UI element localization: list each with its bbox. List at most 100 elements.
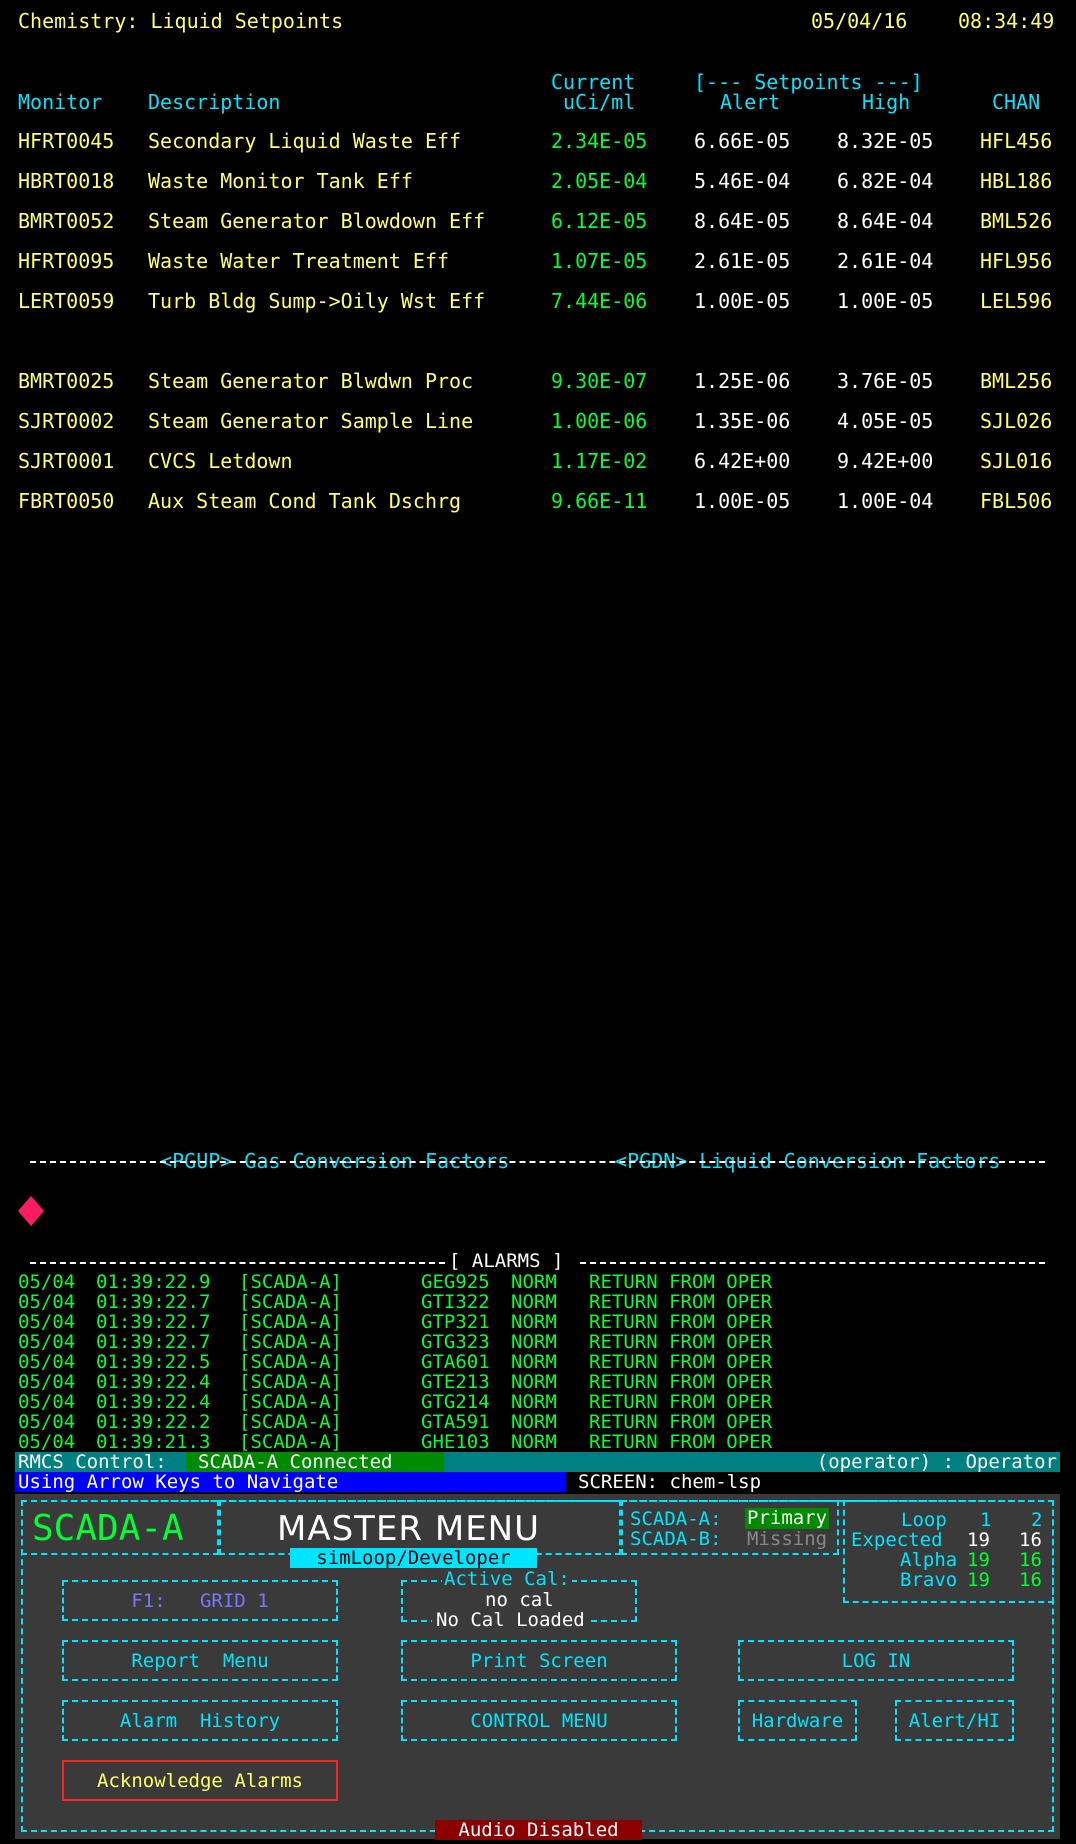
channel: BML526 <box>980 209 1053 233</box>
divider <box>30 1161 1045 1163</box>
navigation-hint: Using Arrow Keys to Navigate <box>15 1472 566 1492</box>
monitor-id: SJRT0001 <box>18 449 115 473</box>
table-row[interactable]: SJRT0002 Steam Generator Sample Line 1.0… <box>0 409 1076 433</box>
pgup-link[interactable]: <PGUP> Gas Conversion Factors <box>136 1131 509 1171</box>
scada-a-label: SCADA-A: <box>630 1508 722 1530</box>
alarm-source: [SCADA-A] <box>239 1331 342 1353</box>
alpha-1: 19 <box>967 1549 990 1571</box>
alarm-state: NORM <box>511 1311 557 1333</box>
alarm-date: 05/04 <box>18 1411 76 1433</box>
monitor-id: BMRT0025 <box>18 369 115 393</box>
active-cal-value: no cal <box>485 1589 554 1611</box>
alarm-time: 01:39:22.2 <box>96 1411 211 1433</box>
table-row[interactable]: FBRT0050 Aux Steam Cond Tank Dschrg 9.66… <box>0 489 1076 513</box>
col-header-current: Current <box>551 70 636 94</box>
alert-setpoint: 2.61E-05 <box>694 249 791 273</box>
high-setpoint: 1.00E-04 <box>837 489 934 513</box>
monitor-description: Aux Steam Cond Tank Dschrg <box>148 489 462 513</box>
channel: HBL186 <box>980 169 1053 193</box>
current-value: 2.05E-04 <box>551 169 648 193</box>
alarm-time: 01:39:22.7 <box>96 1291 211 1313</box>
scada-b-value: Missing <box>747 1528 828 1550</box>
alarm-source: [SCADA-A] <box>239 1271 342 1293</box>
expected-label: Expected <box>851 1529 943 1551</box>
alarm-source: [SCADA-A] <box>239 1411 342 1433</box>
high-setpoint: 8.32E-05 <box>837 129 934 153</box>
alarm-state: NORM <box>511 1431 557 1453</box>
alarm-time: 01:39:22.7 <box>96 1331 211 1353</box>
alarm-time: 01:39:22.9 <box>96 1271 211 1293</box>
scada-a-value: Primary <box>745 1507 830 1529</box>
alert-setpoint: 1.35E-06 <box>694 409 791 433</box>
alarm-state: NORM <box>511 1331 557 1353</box>
rmcs-status-bar: RMCS Control: SCADA-A Connected (operato… <box>15 1452 1060 1472</box>
alarm-source: [SCADA-A] <box>239 1311 342 1333</box>
alarm-point: GTE213 <box>421 1371 490 1393</box>
alarm-state: NORM <box>511 1271 557 1293</box>
monitor-id: BMRT0052 <box>18 209 115 233</box>
alarms-title: [ ALARMS ] <box>449 1250 564 1272</box>
current-value: 7.44E-06 <box>551 289 648 313</box>
alarm-point: GTI322 <box>421 1291 490 1313</box>
print-screen-button[interactable]: Print Screen <box>401 1640 677 1681</box>
alarm-date: 05/04 <box>18 1351 76 1373</box>
active-cal-label: Active Cal: <box>442 1568 572 1590</box>
alert-setpoint: 1.00E-05 <box>694 489 791 513</box>
table-row[interactable]: BMRT0025 Steam Generator Blwdwn Proc 9.3… <box>0 369 1076 393</box>
table-row[interactable]: SJRT0001 CVCS Letdown 1.17E-02 6.42E+00 … <box>0 449 1076 473</box>
alarm-history-button[interactable]: Alarm History <box>62 1700 338 1741</box>
monitor-description: Steam Generator Blwdwn Proc <box>148 369 474 393</box>
log-in-button[interactable]: LOG IN <box>738 1640 1014 1681</box>
high-setpoint: 1.00E-05 <box>837 289 934 313</box>
table-row[interactable]: HBRT0018 Waste Monitor Tank Eff 2.05E-04… <box>0 169 1076 193</box>
current-value: 9.66E-11 <box>551 489 648 513</box>
menu-title: MASTER MENU <box>277 1509 540 1549</box>
loop-1: 1 <box>980 1509 992 1531</box>
alarm-point: GTA601 <box>421 1351 490 1373</box>
table-row[interactable]: HFRT0045 Secondary Liquid Waste Eff 2.34… <box>0 129 1076 153</box>
control-menu-button[interactable]: CONTROL MENU <box>401 1700 677 1741</box>
system-name: SCADA-A <box>32 1508 184 1549</box>
alarms-divider-left <box>30 1262 445 1264</box>
alarm-source: [SCADA-A] <box>239 1371 342 1393</box>
alarm-message: RETURN FROM OPER <box>589 1411 773 1433</box>
report-menu-button[interactable]: Report Menu <box>62 1640 338 1681</box>
master-menu-panel: SCADA-A MASTER MENU simLoop/Developer SC… <box>15 1494 1060 1840</box>
alarm-message: RETURN FROM OPER <box>589 1351 773 1373</box>
alarm-point: GHE103 <box>421 1431 490 1453</box>
alarm-point: GTG214 <box>421 1391 490 1413</box>
col-header-description: Description <box>148 90 281 114</box>
channel: SJL026 <box>980 409 1053 433</box>
alarm-source: [SCADA-A] <box>239 1291 342 1313</box>
alarm-date: 05/04 <box>18 1371 76 1393</box>
header-time: 08:34:49 <box>958 9 1055 33</box>
current-value: 9.30E-07 <box>551 369 648 393</box>
active-cal-status: No Cal Loaded <box>432 1611 589 1630</box>
pgdn-link[interactable]: <PGDN> Liquid Conversion Factors <box>591 1131 1000 1171</box>
monitor-description: Steam Generator Blowdown Eff <box>148 209 486 233</box>
alarm-time: 01:39:22.5 <box>96 1351 211 1373</box>
alarm-source: [SCADA-A] <box>239 1391 342 1413</box>
current-value: 6.12E-05 <box>551 209 648 233</box>
acknowledge-alarms-button[interactable]: Acknowledge Alarms <box>62 1760 338 1801</box>
alarm-state: NORM <box>511 1351 557 1373</box>
high-setpoint: 8.64E-04 <box>837 209 934 233</box>
current-value: 1.07E-05 <box>551 249 648 273</box>
menu-subtitle: simLoop/Developer <box>290 1548 537 1568</box>
alarm-message: RETURN FROM OPER <box>589 1431 773 1453</box>
monitor-description: Steam Generator Sample Line <box>148 409 474 433</box>
channel: FBL506 <box>980 489 1053 513</box>
alarm-message: RETURN FROM OPER <box>589 1391 773 1413</box>
alarm-message: RETURN FROM OPER <box>589 1291 773 1313</box>
f1-grid-button[interactable]: F1: GRID 1 <box>62 1580 338 1621</box>
table-row[interactable]: HFRT0095 Waste Water Treatment Eff 1.07E… <box>0 249 1076 273</box>
alert-hi-button[interactable]: Alert/HI <box>895 1700 1014 1741</box>
loop-label: Loop <box>901 1509 947 1531</box>
bravo-1: 19 <box>967 1569 990 1591</box>
alert-setpoint: 1.00E-05 <box>694 289 791 313</box>
alarm-point: GTP321 <box>421 1311 490 1333</box>
col-header-chan: CHAN <box>992 90 1041 114</box>
table-row[interactable]: LERT0059 Turb Bldg Sump->Oily Wst Eff 7.… <box>0 289 1076 313</box>
table-row[interactable]: BMRT0052 Steam Generator Blowdown Eff 6.… <box>0 209 1076 233</box>
hardware-button[interactable]: Hardware <box>738 1700 857 1741</box>
